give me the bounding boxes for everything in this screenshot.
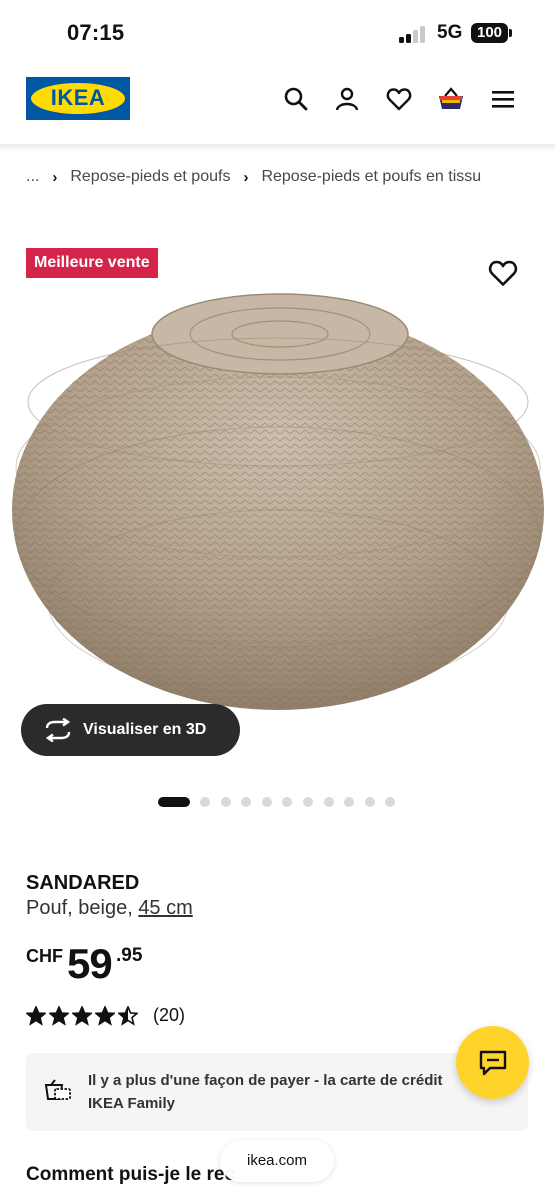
- price-currency: CHF: [26, 946, 63, 966]
- promo-text: Il y a plus d'une façon de payer - la ca…: [88, 1072, 443, 1112]
- breadcrumb-separator: ›: [52, 168, 58, 186]
- breadcrumb-separator: ›: [243, 168, 249, 186]
- gallery-dot[interactable]: [302, 797, 313, 807]
- breadcrumb-item[interactable]: Repose-pieds et poufs: [70, 168, 230, 186]
- rating-stars: [26, 1005, 141, 1026]
- product-rating[interactable]: (20): [26, 1005, 185, 1026]
- account-icon[interactable]: [332, 84, 362, 114]
- breadcrumb-ellipsis[interactable]: ...: [26, 168, 39, 186]
- product-description: Pouf, beige, 45 cm: [26, 897, 193, 920]
- breadcrumb-item[interactable]: Repose-pieds et poufs en tissu: [261, 168, 481, 186]
- section-title: Comment puis-je le rec: [26, 1164, 236, 1185]
- network-label: 5G: [437, 22, 463, 43]
- product-image[interactable]: [0, 282, 555, 722]
- breadcrumb: ... › Repose-pieds et poufs › Repose-pie…: [26, 168, 481, 186]
- ikea-logo[interactable]: IKEA: [26, 77, 130, 120]
- favorite-button[interactable]: [488, 258, 518, 288]
- star-icon: [49, 1005, 69, 1026]
- basket-icon[interactable]: [436, 84, 466, 114]
- battery-icon: 100: [471, 23, 508, 43]
- gallery-dot[interactable]: [385, 797, 396, 807]
- chat-icon: [479, 1050, 506, 1075]
- view-3d-label: Visualiser en 3D: [83, 721, 207, 738]
- star-icon: [95, 1005, 115, 1026]
- heart-icon: [488, 260, 518, 286]
- view-3d-button[interactable]: Visualiser en 3D: [21, 704, 240, 756]
- rating-count: (20): [153, 1005, 186, 1025]
- star-icon: [118, 1005, 138, 1026]
- gallery-dot[interactable]: [200, 797, 210, 807]
- chat-button[interactable]: [456, 1026, 529, 1099]
- status-bar: 07:15 5G 100: [0, 0, 555, 66]
- logo-text: IKEA: [50, 85, 106, 110]
- product-name: SANDARED: [26, 872, 140, 894]
- gallery-dot[interactable]: [241, 797, 252, 807]
- gallery-dot[interactable]: [323, 797, 334, 807]
- bestseller-badge: Meilleure vente: [26, 248, 158, 278]
- gallery-dot-active[interactable]: [158, 797, 190, 807]
- payment-promo-banner[interactable]: Il y a plus d'une façon de payer - la ca…: [26, 1053, 528, 1131]
- product-size-link[interactable]: 45 cm: [138, 897, 192, 919]
- browser-url-bar[interactable]: ikea.com: [220, 1140, 334, 1182]
- gallery-dot[interactable]: [220, 797, 231, 807]
- cart-card-icon: [44, 1079, 71, 1100]
- product-desc-text: Pouf, beige,: [26, 897, 139, 919]
- battery-tip: [509, 29, 512, 37]
- price-decimals: .95: [116, 945, 143, 966]
- search-icon[interactable]: [281, 84, 311, 114]
- menu-icon[interactable]: [488, 84, 518, 114]
- gallery-dot[interactable]: [344, 797, 355, 807]
- heart-icon[interactable]: [384, 84, 414, 114]
- status-time: 07:15: [67, 20, 125, 45]
- gallery-dot[interactable]: [282, 797, 293, 807]
- price-integer: 59: [67, 940, 113, 987]
- star-icon: [72, 1005, 92, 1026]
- rotate-3d-icon: [45, 718, 71, 742]
- signal-icon: [399, 25, 429, 43]
- header-divider: [0, 144, 555, 152]
- gallery-pagination: [158, 797, 406, 807]
- gallery-dot[interactable]: [364, 797, 375, 807]
- site-header: IKEA: [0, 66, 555, 146]
- star-icon: [26, 1005, 46, 1026]
- gallery-dot[interactable]: [261, 797, 272, 807]
